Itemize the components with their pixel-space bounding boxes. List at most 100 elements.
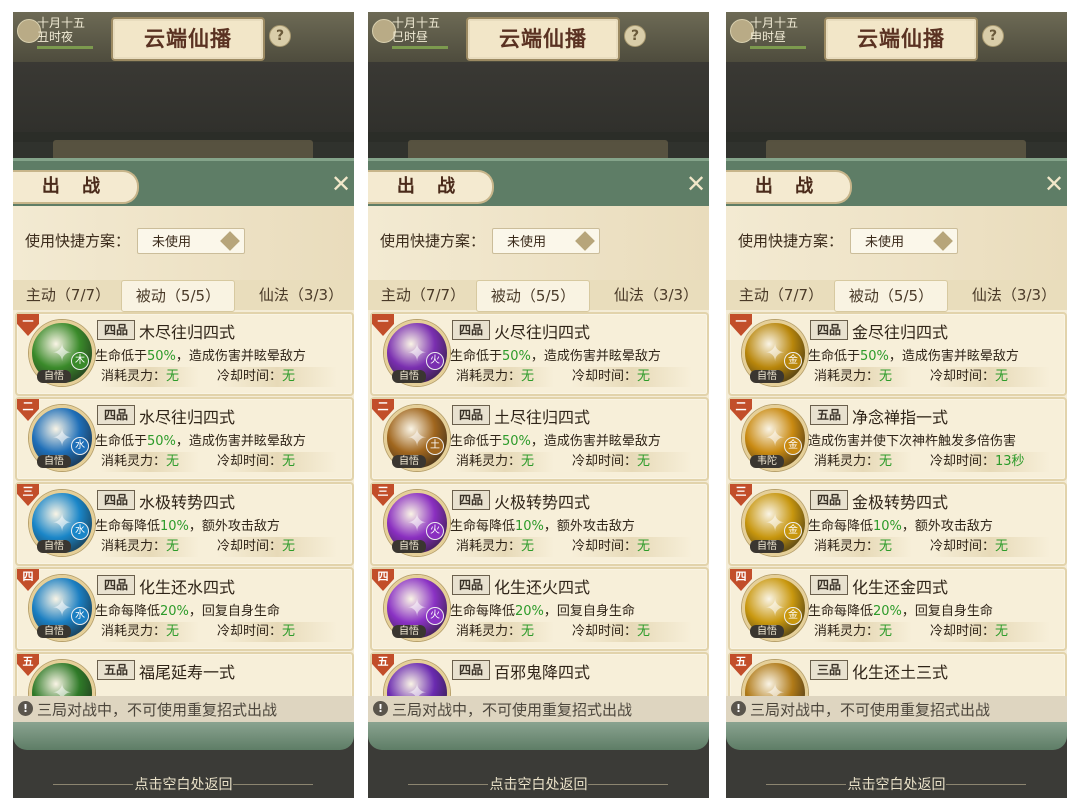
skill-source-tag: 自悟	[37, 370, 71, 383]
tab-active[interactable]: 主动（7/7）	[376, 280, 470, 310]
cooldown-value: 无	[637, 369, 651, 384]
title-plate: 云端仙播	[824, 17, 978, 61]
scheme-select[interactable]: 未使用	[850, 228, 958, 254]
skill-card[interactable]: 四 ✦ 金 自悟 四品 化生还金四式 生命每降低20%，回复自身生命 消耗灵力：…	[728, 567, 1067, 651]
notice-bar: ! 三局对战中，不可使用重复招式出战	[726, 696, 1067, 722]
skill-card[interactable]: 二 ✦ 金 韦陀 五品 净念禅指一式 造成伤害并使下次神杵触发多倍伤害 消耗灵力…	[728, 397, 1067, 481]
skill-source-tag: 自悟	[750, 370, 784, 383]
help-icon[interactable]: ?	[269, 25, 291, 47]
skill-card[interactable]: 二 ✦ 水 自悟 四品 水尽往归四式 生命低于50%，造成伤害并眩晕敌方 消耗灵…	[15, 397, 354, 481]
skill-grade: 四品	[810, 490, 848, 510]
skill-card[interactable]: 三 ✦ 水 自悟 四品 水极转势四式 生命每降低10%，额外攻击敌方 消耗灵力：…	[15, 482, 354, 566]
tab-spell[interactable]: 仙法（3/3）	[606, 280, 706, 310]
element-badge-icon: 水	[71, 522, 89, 540]
top-bar: 十月十五 巳时昼 云端仙播 ?	[368, 12, 709, 62]
close-icon[interactable]: ✕	[330, 171, 352, 197]
cooldown-value: 无	[637, 539, 651, 554]
figure-icon: ✦	[764, 679, 786, 696]
skill-card[interactable]: 四 ✦ 水 自悟 四品 化生还水四式 生命每降低20%，回复自身生命 消耗灵力：…	[15, 567, 354, 651]
skill-card[interactable]: 一 ✦ 金 自悟 四品 金尽往归四式 生命低于50%，造成伤害并眩晕敌方 消耗灵…	[728, 312, 1067, 396]
help-icon[interactable]: ?	[624, 25, 646, 47]
tab-passive[interactable]: 被动（5/5）	[476, 280, 590, 312]
skill-card[interactable]: 三 ✦ 金 自悟 四品 金极转势四式 生命每降低10%，额外攻击敌方 消耗灵力：…	[728, 482, 1067, 566]
skill-grade: 四品	[810, 320, 848, 340]
time-progress-bar	[392, 46, 448, 49]
spirit-cost: 消耗灵力：无	[814, 537, 912, 557]
element-badge-icon: 水	[71, 437, 89, 455]
cooldown-label: 冷却时间：	[572, 539, 638, 554]
desc-text: 生命每降低	[450, 519, 516, 534]
skill-icon: ✦	[29, 660, 95, 696]
quick-scheme-row: 使用快捷方案： 未使用	[368, 206, 709, 280]
cooldown: 冷却时间：无	[217, 622, 337, 642]
cooldown-value: 无	[995, 624, 1009, 639]
tab-passive[interactable]: 被动（5/5）	[121, 280, 235, 312]
skill-icon: ✦	[384, 660, 450, 696]
tab-spell[interactable]: 仙法（3/3）	[964, 280, 1064, 310]
skill-description: 生命每降低10%，额外攻击敌方	[450, 515, 635, 534]
game-date: 十月十五 丑时夜	[17, 15, 95, 49]
skill-card[interactable]: 五 ✦ 三品 化生还土三式	[728, 652, 1067, 696]
return-hint[interactable]: 点击空白处返回	[726, 774, 1067, 794]
return-hint[interactable]: 点击空白处返回	[13, 774, 354, 794]
tab-spell[interactable]: 仙法（3/3）	[251, 280, 351, 310]
cooldown: 冷却时间：无	[217, 537, 337, 557]
battle-dialog: 出 战 ✕ 使用快捷方案： 未使用 主动（7/7） 被动（5/5） 仙法（3/3） …	[368, 158, 709, 750]
skill-name: 化生还土三式	[852, 663, 949, 682]
skill-grade: 四品	[97, 490, 135, 510]
desc-text-tail: ，造成伤害并眩晕敌方	[888, 349, 1019, 364]
tab-passive[interactable]: 被动（5/5）	[834, 280, 948, 312]
desc-text-tail: ，额外攻击敌方	[188, 519, 280, 534]
chevron-down-icon	[575, 231, 595, 251]
spirit-cost: 消耗灵力：无	[814, 622, 912, 642]
figure-icon: ✦	[406, 679, 428, 696]
tab-active[interactable]: 主动（7/7）	[21, 280, 115, 310]
skill-description: 生命每降低20%，回复自身生命	[450, 600, 635, 619]
desc-percent: 20%	[160, 604, 189, 619]
cooldown-value: 无	[637, 454, 651, 469]
skill-name: 福尾延寿一式	[139, 663, 236, 682]
spirit-cost: 消耗灵力：无	[101, 537, 199, 557]
skill-source-tag: 自悟	[37, 625, 71, 638]
notice-text: 三局对战中，不可使用重复招式出战	[392, 701, 633, 719]
skill-card[interactable]: 三 ✦ 火 自悟 四品 火极转势四式 生命每降低10%，额外攻击敌方 消耗灵力：…	[370, 482, 709, 566]
date-day: 十月十五	[392, 16, 441, 30]
date-day: 十月十五	[750, 16, 799, 30]
scheme-select[interactable]: 未使用	[137, 228, 245, 254]
date-time: 巳时昼	[392, 30, 429, 44]
close-icon[interactable]: ✕	[1043, 171, 1065, 197]
spirit-cost: 消耗灵力：无	[101, 452, 199, 472]
skill-card[interactable]: 五 ✦ 五品 福尾延寿一式	[15, 652, 354, 696]
close-icon[interactable]: ✕	[685, 171, 707, 197]
skill-description: 生命低于50%，造成伤害并眩晕敌方	[95, 345, 306, 364]
skill-card[interactable]: 四 ✦ 火 自悟 四品 化生还火四式 生命每降低20%，回复自身生命 消耗灵力：…	[370, 567, 709, 651]
skill-grade: 四品	[97, 405, 135, 425]
return-hint[interactable]: 点击空白处返回	[368, 774, 709, 794]
cost-value: 无	[166, 539, 180, 554]
skill-name: 水尽往归四式	[139, 408, 236, 427]
element-badge-icon: 火	[426, 352, 444, 370]
desc-text: 生命低于	[95, 349, 148, 364]
desc-percent: 20%	[873, 604, 902, 619]
scheme-select[interactable]: 未使用	[492, 228, 600, 254]
dialog-header: 出 战 ✕	[726, 158, 1067, 209]
notice-bar: ! 三局对战中，不可使用重复招式出战	[368, 696, 709, 722]
cooldown-label: 冷却时间：	[930, 454, 996, 469]
cost-label: 消耗灵力：	[814, 539, 880, 554]
cost-label: 消耗灵力：	[814, 454, 880, 469]
desc-percent: 10%	[873, 519, 902, 534]
tab-active[interactable]: 主动（7/7）	[734, 280, 828, 310]
skill-description: 生命每降低20%，回复自身生命	[808, 600, 993, 619]
skill-card[interactable]: 一 ✦ 木 自悟 四品 木尽往归四式 生命低于50%，造成伤害并眩晕敌方 消耗灵…	[15, 312, 354, 396]
cooldown: 冷却时间：无	[930, 367, 1050, 387]
dialog-title: 出 战	[726, 170, 852, 204]
cooldown-value: 无	[282, 624, 296, 639]
desc-text: 生命每降低	[95, 604, 161, 619]
element-badge-icon: 金	[784, 437, 802, 455]
cooldown-value: 无	[637, 624, 651, 639]
figure-icon: ✦	[51, 679, 73, 696]
skill-card[interactable]: 一 ✦ 火 自悟 四品 火尽往归四式 生命低于50%，造成伤害并眩晕敌方 消耗灵…	[370, 312, 709, 396]
help-icon[interactable]: ?	[982, 25, 1004, 47]
skill-card[interactable]: 五 ✦ 四品 百邪鬼降四式	[370, 652, 709, 696]
skill-card[interactable]: 二 ✦ 土 自悟 四品 土尽往归四式 生命低于50%，造成伤害并眩晕敌方 消耗灵…	[370, 397, 709, 481]
